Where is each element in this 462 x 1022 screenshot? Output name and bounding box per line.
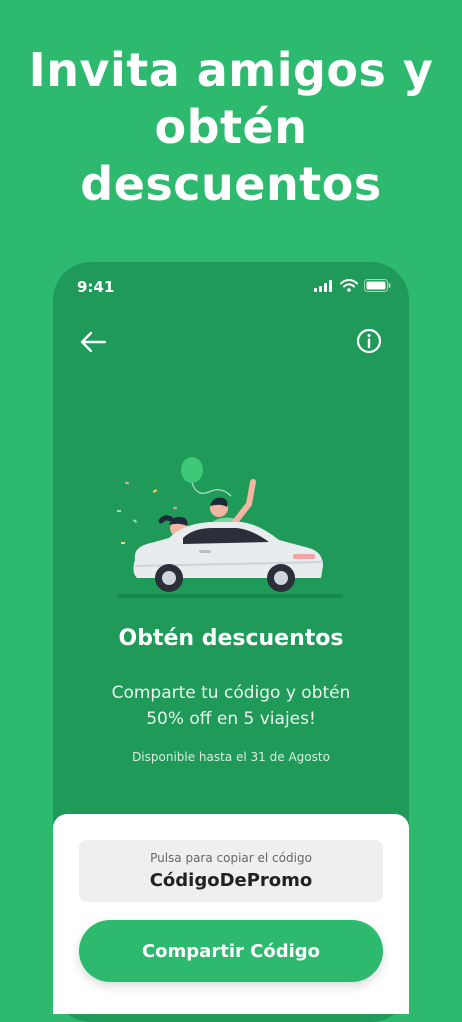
promo-copy-hint: Pulsa para copiar el código (150, 851, 312, 865)
availability-text: Disponible hasta el 31 de Agosto (132, 750, 330, 764)
info-circle-icon (356, 328, 382, 354)
share-code-button[interactable]: Compartir Código (79, 920, 383, 982)
status-icons (314, 279, 391, 292)
back-button[interactable] (79, 330, 107, 354)
info-button[interactable] (356, 328, 382, 354)
status-time: 9:41 (77, 278, 115, 296)
signal-icon (314, 279, 332, 292)
promo-title: Obtén descuentos (118, 626, 344, 651)
arrow-left-icon (80, 331, 107, 353)
headline-line-2: obtén (154, 100, 308, 154)
status-bar: 9:41 (77, 276, 391, 298)
car-celebration-illustration (117, 457, 343, 598)
headline-line-3: descuentos (80, 157, 382, 211)
headline: Invita amigos y obtén descuentos (0, 42, 462, 213)
promo-code-copy-box[interactable]: Pulsa para copiar el código CódigoDeProm… (79, 840, 383, 902)
promo-subtitle: Comparte tu código y obtén 50% off en 5 … (73, 680, 389, 732)
battery-icon (364, 279, 391, 292)
headline-line-1: Invita amigos y (28, 43, 434, 97)
promo-subtitle-line-2: 50% off en 5 viajes! (146, 709, 316, 729)
wifi-icon (340, 279, 358, 292)
promo-code: CódigoDePromo (149, 870, 313, 891)
promo-subtitle-line-1: Comparte tu código y obtén (111, 683, 351, 703)
bottom-sheet: Pulsa para copiar el código CódigoDeProm… (53, 814, 409, 1014)
